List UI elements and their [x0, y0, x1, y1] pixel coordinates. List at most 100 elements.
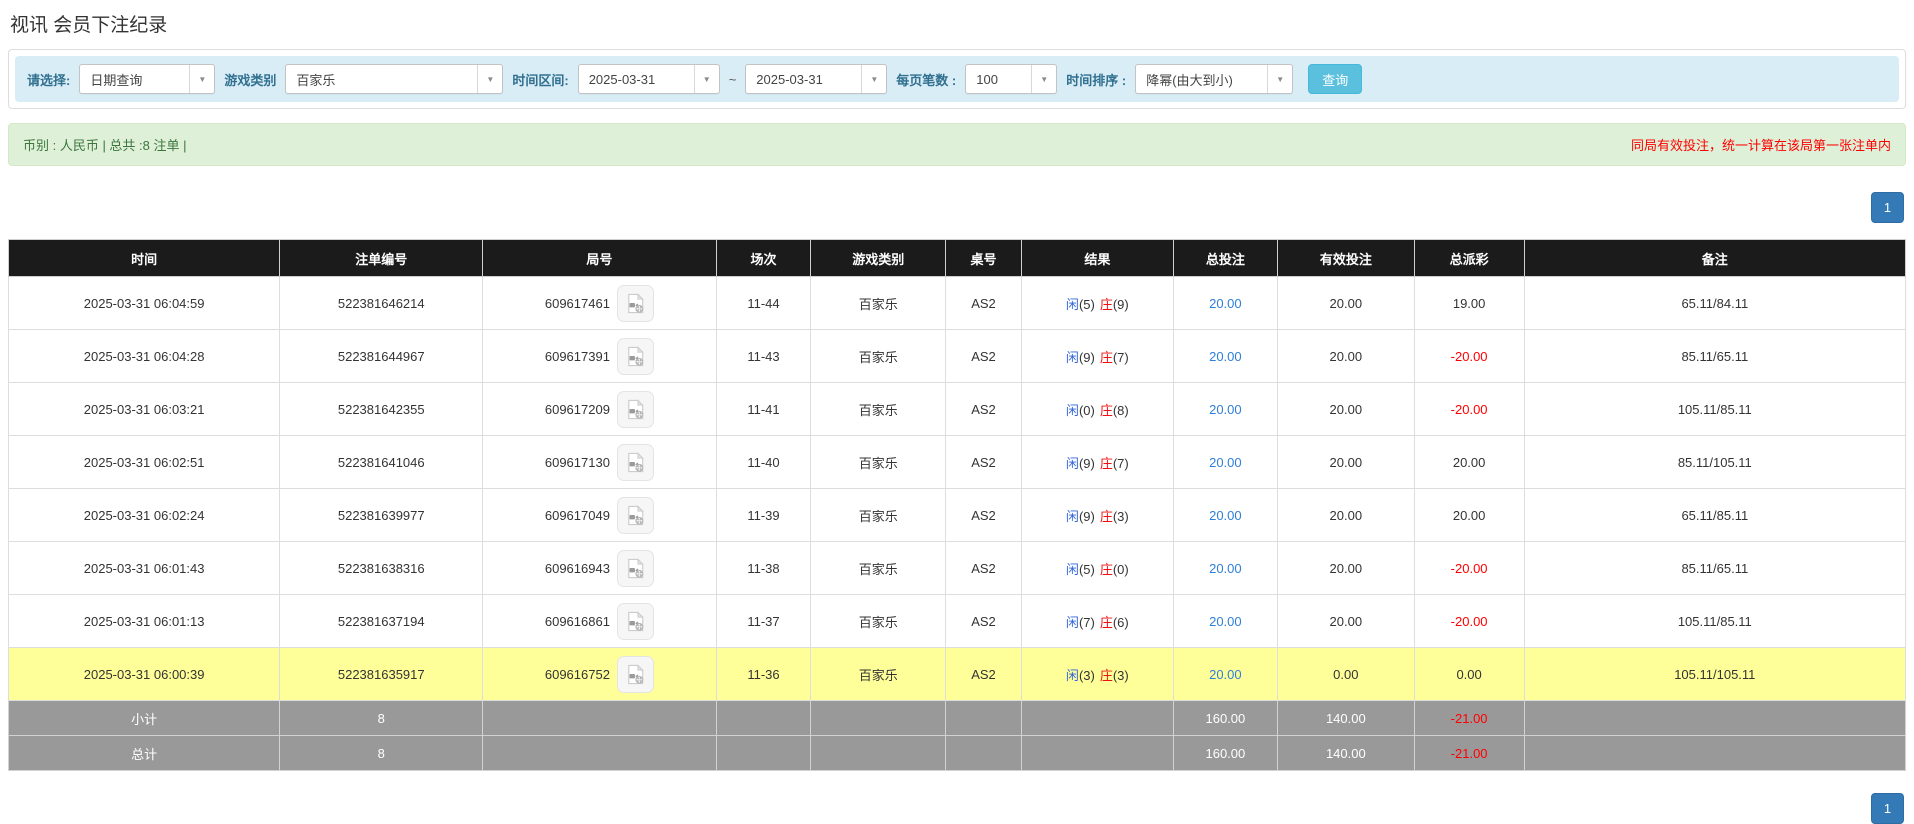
summary-valid-bet: 140.00 — [1278, 736, 1415, 771]
cell-time: 2025-03-31 06:02:51 — [9, 436, 280, 489]
result-player-label: 闲 — [1066, 615, 1079, 630]
video-replay-icon[interactable] — [617, 497, 654, 534]
filter-bar: 请选择: 日期查询 ▼ 游戏类别 百家乐 ▼ 时间区间: 2025-03-31 … — [15, 56, 1899, 102]
summary-empty — [1524, 736, 1905, 771]
chevron-down-icon: ▼ — [861, 65, 886, 93]
cell-game-type: 百家乐 — [811, 330, 946, 383]
total-bet-link[interactable]: 20.00 — [1209, 614, 1242, 629]
summary-count: 8 — [280, 701, 483, 736]
result-player-score: (7) — [1079, 615, 1095, 630]
result-player-score: (9) — [1079, 509, 1095, 524]
cell-time: 2025-03-31 06:00:39 — [9, 648, 280, 701]
cell-table-no: AS2 — [946, 277, 1022, 330]
total-bet-link[interactable]: 20.00 — [1209, 455, 1242, 470]
date-from-select[interactable]: 2025-03-31 ▼ — [578, 64, 720, 94]
summary-empty — [1021, 736, 1173, 771]
page-size-select[interactable]: 100 ▼ — [965, 64, 1057, 94]
result-player-label: 闲 — [1066, 668, 1079, 683]
result-banker-label: 庄 — [1100, 615, 1113, 630]
summary-empty — [811, 736, 946, 771]
summary-label: 总计 — [9, 736, 280, 771]
sort-select[interactable]: 降幂(由大到小) ▼ — [1135, 64, 1293, 94]
bet-records-table: 时间注单编号局号场次游戏类别桌号结果总投注有效投注总派彩备注 2025-03-3… — [8, 239, 1906, 771]
round-id: 609617049 — [545, 508, 610, 523]
cell-payout: 19.00 — [1414, 277, 1524, 330]
cell-table-no: AS2 — [946, 330, 1022, 383]
cell-result: 闲(5)庄(9) — [1021, 277, 1173, 330]
date-to-select[interactable]: 2025-03-31 ▼ — [745, 64, 887, 94]
table-header-row: 时间注单编号局号场次游戏类别桌号结果总投注有效投注总派彩备注 — [9, 240, 1906, 277]
cell-session: 11-37 — [716, 595, 811, 648]
query-type-value: 日期查询 — [80, 70, 189, 89]
column-header: 有效投注 — [1278, 240, 1415, 277]
column-header: 时间 — [9, 240, 280, 277]
table-row: 2025-03-31 06:03:21 522381642355 6096172… — [9, 383, 1906, 436]
result-player-label: 闲 — [1066, 297, 1079, 312]
cell-remark: 105.11/85.11 — [1524, 383, 1905, 436]
total-bet-link[interactable]: 20.00 — [1209, 296, 1242, 311]
cell-remark: 85.11/105.11 — [1524, 436, 1905, 489]
column-header: 总投注 — [1173, 240, 1277, 277]
cell-total-bet: 20.00 — [1173, 648, 1277, 701]
summary-empty — [716, 736, 811, 771]
cell-valid-bet: 0.00 — [1278, 648, 1415, 701]
round-id: 609616943 — [545, 561, 610, 576]
video-replay-icon[interactable] — [617, 338, 654, 375]
chevron-down-icon: ▼ — [694, 65, 719, 93]
video-replay-icon[interactable] — [617, 391, 654, 428]
cell-result: 闲(5)庄(0) — [1021, 542, 1173, 595]
total-bet-link[interactable]: 20.00 — [1209, 402, 1242, 417]
chevron-down-icon: ▼ — [1031, 65, 1056, 93]
result-banker-label: 庄 — [1100, 297, 1113, 312]
page-button[interactable]: 1 — [1871, 793, 1904, 824]
column-header: 注单编号 — [280, 240, 483, 277]
cell-remark: 105.11/85.11 — [1524, 595, 1905, 648]
round-id: 609617461 — [545, 296, 610, 311]
query-type-select[interactable]: 日期查询 ▼ — [79, 64, 215, 94]
video-replay-icon[interactable] — [617, 444, 654, 481]
summary-valid-bet: 140.00 — [1278, 701, 1415, 736]
filter-panel: 请选择: 日期查询 ▼ 游戏类别 百家乐 ▼ 时间区间: 2025-03-31 … — [8, 49, 1906, 109]
date-to-value: 2025-03-31 — [746, 72, 861, 87]
result-banker-score: (3) — [1113, 668, 1129, 683]
range-separator: ~ — [729, 72, 737, 87]
time-range-label: 时间区间: — [512, 70, 568, 89]
cell-game-type: 百家乐 — [811, 436, 946, 489]
summary-payout: -21.00 — [1414, 736, 1524, 771]
table-row: 2025-03-31 06:01:13 522381637194 6096168… — [9, 595, 1906, 648]
result-player-score: (3) — [1079, 668, 1095, 683]
result-player-label: 闲 — [1066, 509, 1079, 524]
video-replay-icon[interactable] — [617, 603, 654, 640]
summary-empty — [946, 701, 1022, 736]
cell-session: 11-44 — [716, 277, 811, 330]
table-row: 2025-03-31 06:02:24 522381639977 6096170… — [9, 489, 1906, 542]
column-header: 场次 — [716, 240, 811, 277]
cell-payout: -20.00 — [1414, 383, 1524, 436]
summary-row: 小计 8 160.00 140.00 -21.00 — [9, 701, 1906, 736]
pagination-top: 1 — [8, 192, 1904, 223]
summary-empty — [811, 701, 946, 736]
cell-remark: 85.11/65.11 — [1524, 542, 1905, 595]
result-banker-score: (7) — [1113, 350, 1129, 365]
total-bet-link[interactable]: 20.00 — [1209, 667, 1242, 682]
total-bet-link[interactable]: 20.00 — [1209, 508, 1242, 523]
cell-result: 闲(9)庄(3) — [1021, 489, 1173, 542]
video-replay-icon[interactable] — [617, 550, 654, 587]
total-bet-link[interactable]: 20.00 — [1209, 561, 1242, 576]
column-header: 局号 — [483, 240, 716, 277]
cell-payout: 20.00 — [1414, 436, 1524, 489]
page-button[interactable]: 1 — [1871, 192, 1904, 223]
game-type-select[interactable]: 百家乐 ▼ — [285, 64, 503, 94]
total-bet-link[interactable]: 20.00 — [1209, 349, 1242, 364]
cell-round: 609617461 — [483, 277, 716, 330]
cell-time: 2025-03-31 06:02:24 — [9, 489, 280, 542]
summary-empty — [716, 701, 811, 736]
video-replay-icon[interactable] — [617, 285, 654, 322]
video-replay-icon[interactable] — [617, 656, 654, 693]
search-button[interactable]: 查询 — [1308, 64, 1362, 94]
sort-value: 降幂(由大到小) — [1136, 70, 1267, 89]
summary-row: 总计 8 160.00 140.00 -21.00 — [9, 736, 1906, 771]
cell-round: 609616861 — [483, 595, 716, 648]
currency-total-text: 币别 : 人民币 | 总共 :8 注单 | — [23, 135, 187, 154]
result-banker-score: (6) — [1113, 615, 1129, 630]
